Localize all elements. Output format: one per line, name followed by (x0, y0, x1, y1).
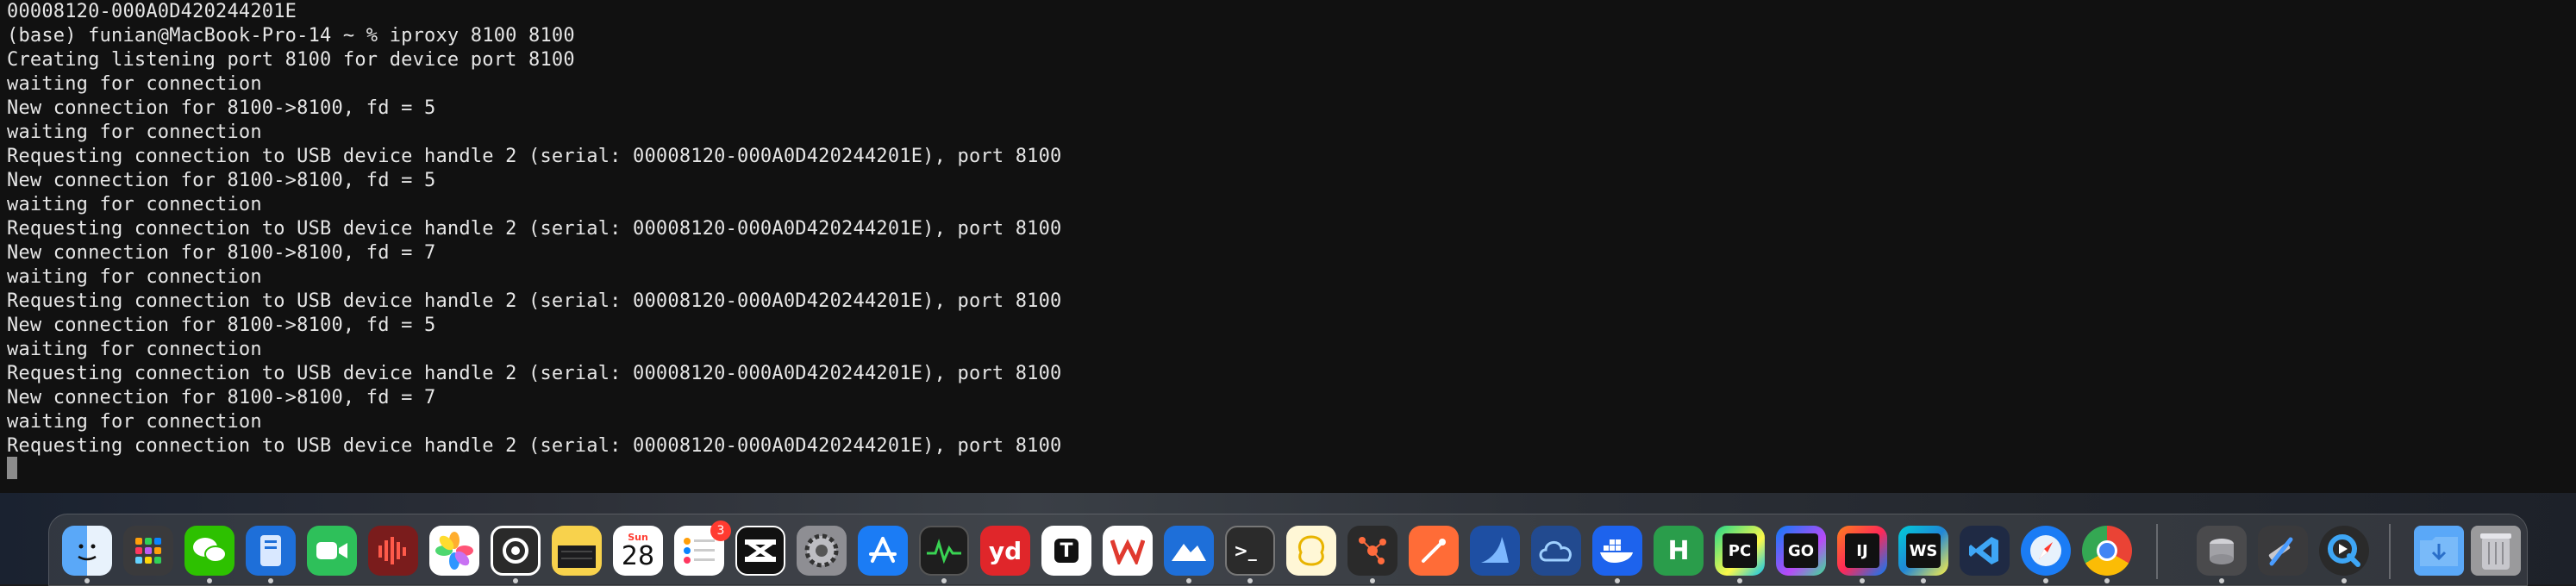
running-indicator (2342, 578, 2347, 583)
idea-label: IJ (1845, 533, 1879, 568)
docker-icon[interactable] (1592, 526, 1642, 576)
terminal-line: waiting for connection (7, 122, 262, 143)
safari-icon[interactable] (2021, 526, 2071, 576)
facetime-icon[interactable] (307, 526, 357, 576)
terminal-output: 00008120-000A0D420244201E (base) funian@… (7, 0, 1062, 458)
trash-icon[interactable] (2471, 526, 2521, 576)
running-indicator (2043, 578, 2048, 583)
pycharm-label: PC (1723, 533, 1757, 568)
activity-monitor-icon[interactable] (919, 526, 969, 576)
capcut-icon[interactable] (735, 526, 785, 576)
calendar-icon[interactable]: Sun 28 (613, 526, 663, 576)
terminal-line: New connection for 8100->8100, fd = 5 (7, 170, 436, 191)
terminal-line: waiting for connection (7, 339, 262, 360)
running-indicator (1921, 578, 1926, 583)
hbuilder-icon[interactable]: H (1654, 526, 1704, 576)
files-icon[interactable] (246, 526, 296, 576)
goland-icon[interactable]: GO (1776, 526, 1826, 576)
running-indicator (2104, 578, 2110, 583)
postman-icon[interactable] (1409, 526, 1459, 576)
terminal-line: New connection for 8100->8100, fd = 7 (7, 387, 436, 408)
terminal-line: Requesting connection to USB device hand… (7, 363, 1062, 384)
webstorm-label: WS (1906, 533, 1941, 568)
running-indicator (1615, 578, 1620, 583)
typora-label: T (1054, 539, 1079, 563)
running-indicator (1860, 578, 1865, 583)
dock-separator (2156, 524, 2158, 579)
xcode-icon[interactable] (2258, 526, 2308, 576)
terminal-line: waiting for connection (7, 194, 262, 215)
notes-icon[interactable] (552, 526, 602, 576)
running-indicator (207, 578, 212, 583)
goland-label: GO (1784, 533, 1818, 568)
running-indicator (1370, 578, 1375, 583)
running-indicator (941, 578, 947, 583)
xmind-icon[interactable] (1347, 526, 1397, 576)
running-indicator (513, 578, 518, 583)
terminal-line: Requesting connection to USB device hand… (7, 218, 1062, 240)
dock-separator (2389, 524, 2391, 579)
running-indicator (84, 578, 90, 583)
terminal-window[interactable]: 00008120-000A0D420244201E (base) funian@… (0, 0, 2576, 495)
terminal-line: Requesting connection to USB device hand… (7, 290, 1062, 312)
reminders-badge: 3 (710, 521, 731, 541)
wechat-icon[interactable] (184, 526, 234, 576)
wps-icon[interactable] (1103, 526, 1153, 576)
wireshark-icon[interactable] (1470, 526, 1520, 576)
loop-icon[interactable] (491, 526, 541, 576)
terminal-line: New connection for 8100->8100, fd = 5 (7, 97, 436, 119)
settings-icon[interactable] (797, 526, 847, 576)
terminal-line: 00008120-000A0D420244201E (7, 1, 297, 22)
photos-icon[interactable] (429, 526, 479, 576)
terminal-line: New connection for 8100->8100, fd = 7 (7, 242, 436, 264)
terminal-line: Creating listening port 8100 for device … (7, 49, 575, 71)
terminal-line: New connection for 8100->8100, fd = 5 (7, 315, 436, 336)
vscode-icon[interactable] (1960, 526, 2010, 576)
running-indicator (1247, 578, 1253, 583)
chrome-icon[interactable] (2082, 526, 2132, 576)
navicat-icon[interactable] (1286, 526, 1336, 576)
intellij-idea-icon[interactable]: IJ (1837, 526, 1887, 576)
downloads-folder-icon[interactable] (2414, 526, 2464, 576)
terminal-line: waiting for connection (7, 266, 262, 288)
terminal-line: waiting for connection (7, 73, 262, 95)
pycharm-icon[interactable]: PC (1715, 526, 1765, 576)
running-indicator (1186, 578, 1191, 583)
youdao-icon[interactable]: yd (980, 526, 1030, 576)
sound-icon[interactable] (368, 526, 418, 576)
disk-utility-icon[interactable] (2197, 526, 2247, 576)
app-store-icon[interactable] (858, 526, 908, 576)
quicktime-icon[interactable] (2319, 526, 2369, 576)
terminal-cursor (7, 457, 17, 479)
terminal-line: (base) funian@MacBook-Pro-14 ~ % iproxy … (7, 25, 575, 47)
cloud-icon[interactable] (1531, 526, 1581, 576)
running-indicator (268, 578, 273, 583)
finder-icon[interactable] (62, 526, 112, 576)
calendar-day: 28 (621, 540, 655, 571)
terminal-line: Requesting connection to USB device hand… (7, 146, 1062, 167)
terminal-icon[interactable]: >_ (1225, 526, 1275, 576)
webstorm-icon[interactable]: WS (1898, 526, 1948, 576)
running-indicator (2219, 578, 2224, 583)
typora-icon[interactable]: T (1041, 526, 1091, 576)
running-indicator (1737, 578, 1742, 583)
lark-icon[interactable] (1164, 526, 1214, 576)
terminal-line: Requesting connection to USB device hand… (7, 435, 1062, 457)
launchpad-icon[interactable] (123, 526, 173, 576)
terminal-line: waiting for connection (7, 411, 262, 433)
